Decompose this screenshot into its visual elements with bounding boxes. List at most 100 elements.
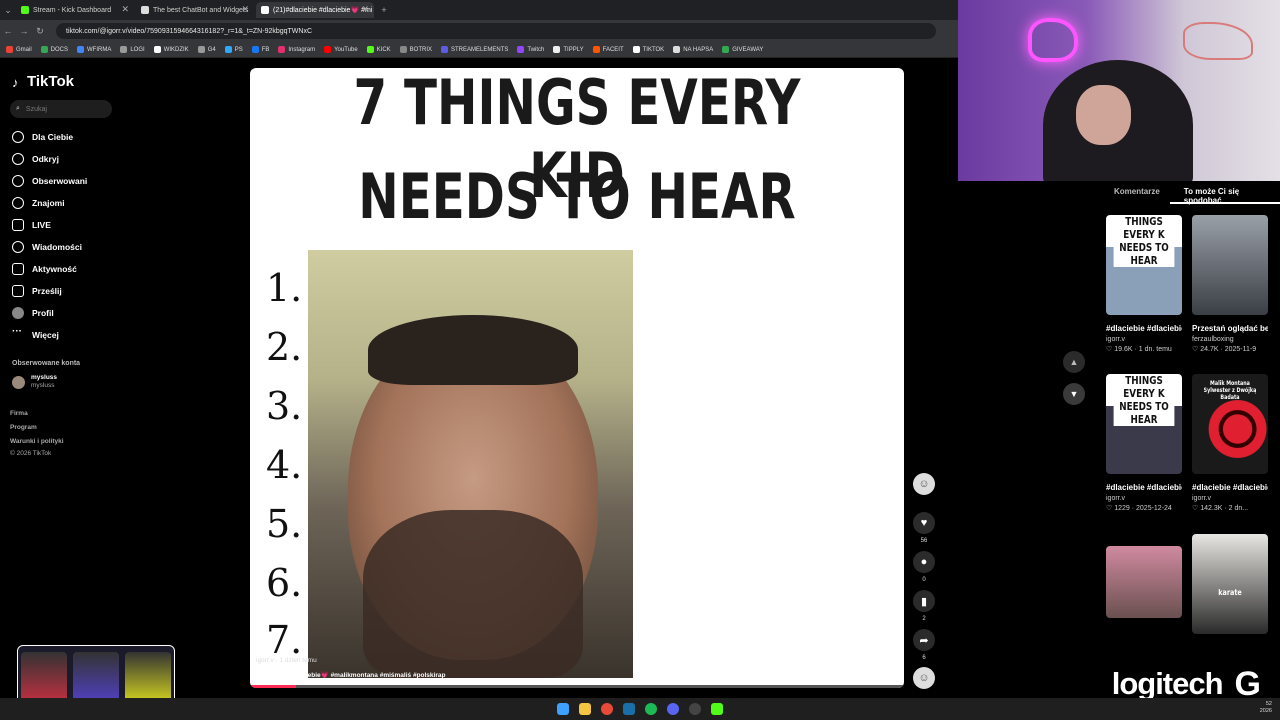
card-title: #dlaciebie #dlaciebie💗... <box>1106 483 1182 492</box>
nav-znajomi[interactable]: Znajomi <box>12 194 192 212</box>
close-tab-icon[interactable]: ✕ <box>121 4 129 15</box>
bookmark-item[interactable]: NA HAPSA <box>673 46 713 53</box>
nav-aktywnosc[interactable]: Aktywność <box>12 260 192 278</box>
bookmark-item[interactable]: TIPPLY <box>553 46 584 53</box>
heart-icon: ♥ <box>913 512 935 534</box>
related-video-card[interactable] <box>1106 546 1186 618</box>
bookmark-icon: ▮ <box>913 590 935 612</box>
tiktok-logo[interactable]: ♪ TikTok <box>12 73 74 90</box>
bookmark-item[interactable]: WFIRMA <box>77 46 111 53</box>
bookmark-icon <box>40 46 48 53</box>
reload-icon[interactable]: ↻ <box>32 26 48 37</box>
new-tab-icon[interactable]: + <box>376 5 392 15</box>
taskbar: 52 2026 <box>0 698 1280 720</box>
nav-live[interactable]: LIVE <box>12 216 192 234</box>
file-explorer-icon[interactable] <box>579 703 591 715</box>
nav-obserwowani[interactable]: Obserwowani <box>12 172 192 190</box>
nav-odkryj[interactable]: Odkryj <box>12 150 192 168</box>
forward-icon[interactable]: → <box>16 26 32 36</box>
nav-wiadomosci[interactable]: Wiadomości <box>12 238 192 256</box>
close-tab-icon[interactable]: ✕ <box>361 4 369 15</box>
like-button[interactable]: ♥ 56 <box>912 512 936 544</box>
video-player[interactable]: 7 THINGS EVERY KID NEEDS TO HEAR 1. 2. 3… <box>250 68 904 688</box>
previous-video-button[interactable]: ▲ <box>1063 351 1085 373</box>
nav-label: Znajomi <box>32 198 65 208</box>
bookmark-item[interactable]: Instagram <box>278 46 315 53</box>
bookmark-item[interactable]: WIKDZIK <box>153 46 189 53</box>
kick-icon[interactable] <box>711 703 723 715</box>
footer-program[interactable]: Program <box>10 424 37 431</box>
footer-firma[interactable]: Firma <box>10 410 28 417</box>
home-icon <box>12 131 24 143</box>
bookmark-item[interactable]: GIVEAWAY <box>722 46 763 53</box>
sound-button[interactable]: ☺ <box>912 667 936 693</box>
comment-button[interactable]: ● 0 <box>912 551 936 583</box>
search-input[interactable]: ⌕ Szukaj <box>10 100 112 118</box>
bookmark-item[interactable]: YouTube <box>324 46 358 53</box>
related-video-card[interactable]: karate <box>1192 534 1272 634</box>
video-title-line2: NEEDS TO HEAR <box>358 160 796 233</box>
bookmark-item[interactable]: DOCS <box>40 46 68 53</box>
compass-icon <box>12 153 24 165</box>
tab-menu-icon[interactable]: ⌄ <box>0 5 16 16</box>
bookmark-item[interactable]: Twitch <box>517 46 544 53</box>
nav-profil[interactable]: Profil <box>12 304 192 322</box>
tab-related[interactable]: To może Ci się spodobać <box>1169 182 1280 205</box>
bookmark-item[interactable]: G4 <box>197 46 216 53</box>
related-video-card[interactable]: THINGS EVERY K NEEDS TO HEAR #dlaciebie … <box>1106 374 1186 512</box>
footer-terms[interactable]: Warunki i polityki <box>10 438 64 445</box>
video-progress-bar[interactable] <box>250 685 904 688</box>
bookmark-item[interactable]: FB <box>251 46 269 53</box>
save-button[interactable]: ▮ 2 <box>912 590 936 622</box>
tab-comments[interactable]: Komentarze <box>1100 182 1170 204</box>
browser-tab[interactable]: Stream - Kick Dashboard ✕ <box>16 2 134 18</box>
bookmark-icon <box>722 46 730 53</box>
browser-tab[interactable]: The best ChatBot and Widgets ✕ <box>136 2 254 18</box>
video-thumbnail: karate <box>1192 534 1268 634</box>
nav-dla-ciebie[interactable]: Dla Ciebie <box>12 128 192 146</box>
followed-account[interactable]: mysluss mysluss <box>12 374 57 390</box>
bookmark-icon <box>278 46 286 53</box>
card-title: Przestań oglądać bez obserwacji... <box>1192 324 1268 333</box>
list-number: 5. <box>266 502 303 546</box>
bookmark-label: G4 <box>207 46 216 53</box>
card-author: igorr.v <box>1106 336 1126 343</box>
bookmark-label: NA HAPSA <box>683 46 714 53</box>
obs-icon[interactable] <box>689 703 701 715</box>
url-field[interactable]: tiktok.com/@igorr.v/video/75909315946643… <box>56 23 936 39</box>
bookmark-item[interactable]: FACEIT <box>592 46 624 53</box>
bookmark-icon <box>673 46 681 53</box>
bookmark-item[interactable]: STREAMELEMENTS <box>441 46 508 53</box>
system-clock[interactable]: 52 2026 <box>1260 701 1272 715</box>
spotify-icon[interactable] <box>645 703 657 715</box>
video-author[interactable]: igorr.v · 1 dzień temu <box>256 657 317 664</box>
related-video-card[interactable]: Malik Montana Sylwester z Dwójką Badata … <box>1192 374 1272 512</box>
nav-wiecej[interactable]: ··· Więcej <box>12 326 192 344</box>
bookmark-item[interactable]: LOGI <box>120 46 145 53</box>
video-progress-fill <box>250 685 296 688</box>
discord-icon[interactable] <box>667 703 679 715</box>
bookmark-icon <box>77 46 85 53</box>
steam-icon[interactable] <box>623 703 635 715</box>
bookmark-item[interactable]: PS <box>224 46 243 53</box>
card-author: igorr.v <box>1192 495 1212 502</box>
bookmark-item[interactable]: BOTRIX <box>399 46 432 53</box>
share-button[interactable]: ➦ 6 <box>912 629 936 661</box>
followed-accounts-title: Obserwowane konta <box>12 360 81 367</box>
bookmark-item[interactable]: KICK <box>366 46 391 53</box>
browser-tab-active[interactable]: (21)#dlaciebie #dlaciebie💗 #mi ✕ <box>256 2 374 18</box>
nav-przeslij[interactable]: Prześlij <box>12 282 192 300</box>
back-icon[interactable]: ← <box>0 26 16 36</box>
creator-avatar-button[interactable]: ☺ <box>912 473 936 499</box>
kick-icon <box>21 6 29 14</box>
chatbot-icon <box>141 6 149 14</box>
url-text: tiktok.com/@igorr.v/video/75909315946643… <box>66 27 313 35</box>
windows-start-icon[interactable] <box>557 703 569 715</box>
bookmark-item[interactable]: TIKTOK <box>632 46 664 53</box>
next-video-button[interactable]: ▼ <box>1063 383 1085 405</box>
chrome-icon[interactable] <box>601 703 613 715</box>
bookmark-item[interactable]: Gmail <box>6 46 32 53</box>
related-video-card[interactable]: Przestań oglądać bez obserwacji... ferza… <box>1192 215 1272 353</box>
related-video-card[interactable]: THINGS EVERY K NEEDS TO HEAR #dlaciebie … <box>1106 215 1186 353</box>
close-tab-icon[interactable]: ✕ <box>241 4 249 15</box>
